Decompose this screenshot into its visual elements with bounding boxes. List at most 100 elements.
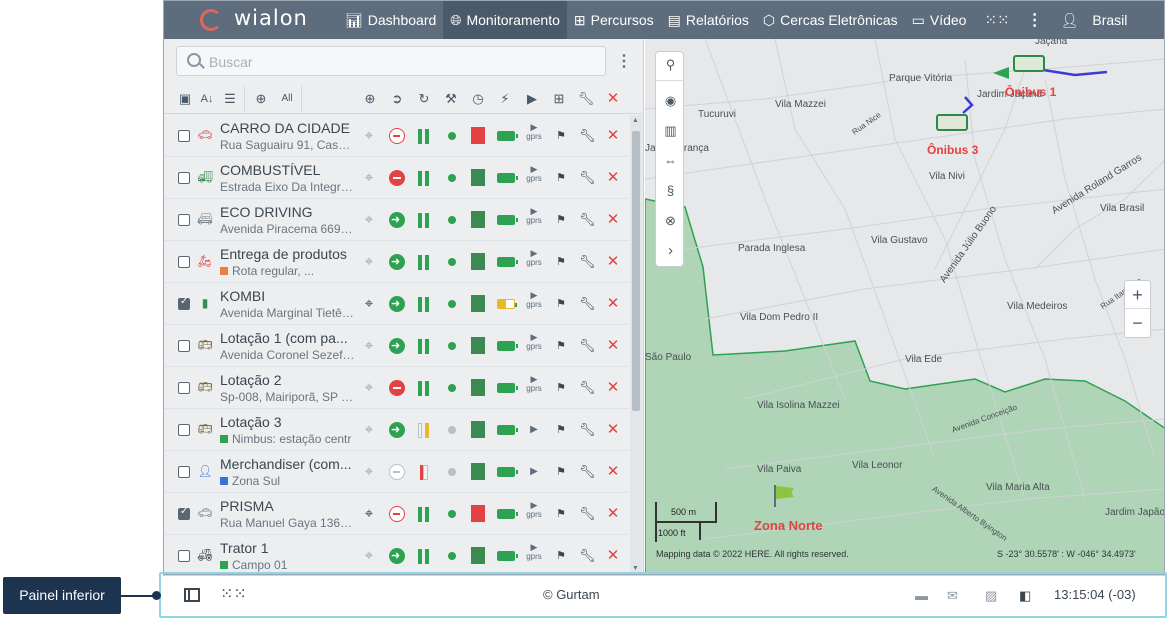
flag-icon[interactable]: ⚑ xyxy=(555,169,567,187)
unit-row[interactable]: 🚌︎ Lotação 2 Sp-008, Mairiporã, SP 0... ⌖ ▶ g… xyxy=(164,367,629,409)
nav-cercas[interactable]: ⬡ Cercas Eletrônicas xyxy=(756,1,905,39)
unit-checkbox[interactable] xyxy=(178,214,190,226)
delete-icon[interactable]: ✕ xyxy=(606,169,620,187)
unit-name[interactable]: Trator 1 xyxy=(220,540,355,556)
more-menu-button[interactable]: ⋮ xyxy=(1017,1,1053,39)
unit-row[interactable]: 🚗︎ PRISMA Rua Manuel Gaya 1364... ⌖ ▶gprs ⚑ 🔧︎… xyxy=(164,493,629,535)
locate-icon[interactable]: ⌖ xyxy=(361,127,377,145)
locate-icon[interactable]: ⌖ xyxy=(361,337,377,355)
nav-monitoramento[interactable]: 🌐︎ Monitoramento xyxy=(443,1,567,39)
flag-icon[interactable]: ⚑ xyxy=(555,463,567,481)
locate-icon[interactable]: ⌖ xyxy=(361,463,377,481)
chevron-right-icon[interactable]: › xyxy=(656,240,685,262)
unit-name[interactable]: ECO DRIVING xyxy=(220,204,355,220)
unit-row[interactable]: 🛵︎ Entrega de produtos Rota regular, ... ⌖ ▶… xyxy=(164,241,629,283)
delete-icon[interactable]: ✕ xyxy=(606,505,620,523)
wrench-icon[interactable]: 🔧︎ xyxy=(579,379,596,397)
apps-grid-button[interactable]: ⁙⁙ xyxy=(977,1,1016,39)
unit-name[interactable]: COMBUSTÍVEL xyxy=(220,162,355,178)
unit-checkbox[interactable] xyxy=(178,424,190,436)
unit-checkbox[interactable] xyxy=(178,466,190,478)
locate-column-icon[interactable]: ⊕ xyxy=(361,90,379,108)
unit-row[interactable]: 🚐︎ ECO DRIVING Avenida Piracema 669, ... ⌖ ▶… xyxy=(164,199,629,241)
delete-icon[interactable]: ✕ xyxy=(606,337,620,355)
gprs-icon[interactable]: ▶ gprs xyxy=(525,333,543,352)
wrench-icon[interactable]: 🔧︎ xyxy=(579,295,596,313)
locate-icon[interactable]: ⌖ xyxy=(361,211,377,229)
zone-flag-icon[interactable] xyxy=(776,486,794,499)
unit-name[interactable]: Lotação 2 xyxy=(220,372,355,388)
scroll-down-icon[interactable]: ▼ xyxy=(632,565,639,572)
unit-name[interactable]: Entrega de produtos xyxy=(220,246,355,262)
unit-checkbox[interactable] xyxy=(178,256,190,268)
user-menu[interactable]: 👤︎ Brasil xyxy=(1053,1,1135,39)
wrench-icon[interactable]: 🔧︎ xyxy=(579,211,596,229)
wrench-icon[interactable]: 🔧︎ xyxy=(579,463,596,481)
apps-grid-icon[interactable]: ⁙⁙ xyxy=(220,587,247,603)
motion-column-icon[interactable]: ➲ xyxy=(388,90,406,108)
nav-video[interactable]: ▭ Vídeo xyxy=(905,1,974,39)
properties-column-icon[interactable]: 🔧︎ xyxy=(577,90,595,108)
wrench-icon[interactable]: 🔧︎ xyxy=(579,169,596,187)
delete-icon[interactable]: ✕ xyxy=(606,127,620,145)
bus-marker-1[interactable] xyxy=(1013,55,1045,72)
ignition-column-icon[interactable]: ↻ xyxy=(415,90,433,108)
flag-icon[interactable]: ⚑ xyxy=(555,379,567,397)
sensor-column-icon[interactable]: ⚒ xyxy=(442,90,460,108)
unit-row[interactable]: 🚚︎ COMBUSTÍVEL Estrada Eixo Da Integra... ⌖… xyxy=(164,157,629,199)
flag-icon[interactable]: ⚑ xyxy=(555,295,567,313)
unit-name[interactable]: Lotação 3 xyxy=(220,414,355,430)
gprs-icon[interactable]: ▶ gprs xyxy=(525,291,543,310)
unit-list-scrollbar[interactable]: ▲ ▼ xyxy=(630,115,642,574)
flag-icon[interactable]: ⚑ xyxy=(555,337,567,355)
unit-checkbox[interactable] xyxy=(178,340,190,352)
gprs-icon[interactable]: ▶ gprs xyxy=(525,207,543,226)
delete-all-icon[interactable]: ✕ xyxy=(604,90,622,108)
locate-icon[interactable]: ⌖ xyxy=(361,505,377,523)
gprs-icon[interactable]: ▶ gprs xyxy=(525,375,543,394)
flag-icon[interactable]: ⚑ xyxy=(555,211,567,229)
delete-icon[interactable]: ✕ xyxy=(606,295,620,313)
unit-row[interactable]: 🚜︎ Trator 1 Campo 01 ⌖ ▶gprs ⚑ 🔧︎ ✕ xyxy=(164,535,629,574)
flag-icon[interactable]: ⚑ xyxy=(555,253,567,271)
distance-tool-icon[interactable]: ⊗ xyxy=(656,210,685,232)
add-all-icon[interactable]: All xyxy=(278,90,296,108)
unit-checkbox[interactable] xyxy=(178,550,190,562)
add-to-list-icon[interactable]: ⊕ xyxy=(252,90,270,108)
scroll-thumb[interactable] xyxy=(632,131,640,411)
nav-relatorios[interactable]: ▤ Relatórios xyxy=(661,1,756,39)
map-search-icon[interactable]: ⚲ xyxy=(656,54,685,76)
map-view[interactable]: Jaçanã Parque Vitória Jardim Jaçanã Vila… xyxy=(645,39,1164,574)
speed-column-icon[interactable]: ◷ xyxy=(469,90,487,108)
command-column-icon[interactable]: ⊞ xyxy=(550,90,568,108)
unit-checkbox[interactable] xyxy=(178,382,190,394)
delete-icon[interactable]: ✕ xyxy=(606,253,620,271)
wrench-icon[interactable]: 🔧︎ xyxy=(579,253,596,271)
gprs-icon[interactable]: ▶ gprs xyxy=(525,123,543,142)
power-column-icon[interactable]: ⚡︎ xyxy=(496,90,514,108)
zoom-in-button[interactable]: + xyxy=(1125,281,1150,309)
wrench-icon[interactable]: 🔧︎ xyxy=(579,547,596,565)
messages-icon[interactable]: ✉︎ xyxy=(947,588,958,604)
search-input[interactable] xyxy=(209,52,589,72)
unit-name[interactable]: CARRO DA CIDADE xyxy=(220,120,355,136)
route-tool-icon[interactable]: § xyxy=(656,180,685,202)
unit-checkbox[interactable] xyxy=(178,296,190,310)
gprs-icon[interactable]: ▶ gprs xyxy=(525,543,543,562)
delete-icon[interactable]: ✕ xyxy=(606,379,620,397)
eye-icon[interactable]: ◉ xyxy=(656,90,685,112)
wrench-icon[interactable]: 🔧︎ xyxy=(579,421,596,439)
gprs-icon[interactable]: ▶ gprs xyxy=(525,249,543,268)
notifications-icon[interactable]: ▬ xyxy=(915,588,928,603)
toggle-panel-icon[interactable] xyxy=(184,588,200,602)
layout-icon[interactable]: ◧ xyxy=(1019,588,1031,604)
locate-icon[interactable]: ⌖ xyxy=(361,169,377,187)
delete-icon[interactable]: ✕ xyxy=(606,211,620,229)
unit-row[interactable]: 🚌︎ Lotação 1 (com pa... Avenida Coronel Se… xyxy=(164,325,629,367)
unit-row[interactable]: 🚗︎ CARRO DA CIDADE Rua Saguairu 91, Casa .… xyxy=(164,115,629,157)
unit-checkbox[interactable] xyxy=(178,506,190,520)
zoom-out-button[interactable]: − xyxy=(1125,309,1150,337)
gprs-icon[interactable]: ▶ gprs xyxy=(525,501,543,520)
sort-az-icon[interactable]: A↓ xyxy=(198,90,216,108)
list-view-icon[interactable]: ☰ xyxy=(221,90,239,108)
